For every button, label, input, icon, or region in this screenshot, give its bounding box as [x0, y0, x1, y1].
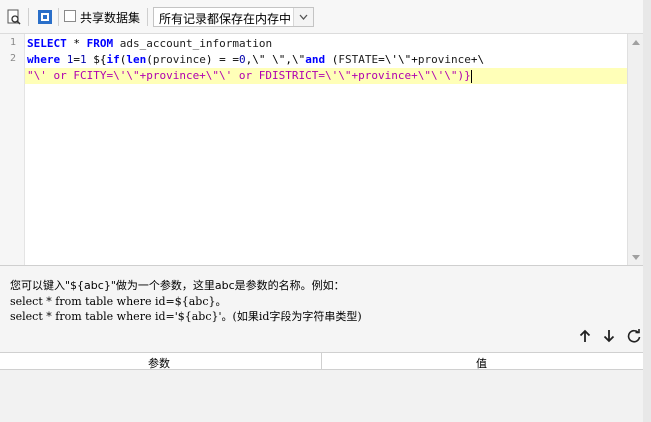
hint-line-3: select * from table where id='${abc}'。(如…	[10, 310, 362, 323]
code-line-2-wrapped[interactable]: "\' or FCITY=\'\"+province+\"\' or FDIST…	[27, 68, 472, 84]
parameters-table-body[interactable]	[0, 370, 643, 422]
arrow-down-icon[interactable]	[601, 328, 617, 344]
toolbar-separator	[28, 8, 29, 26]
hint-line-2: select * from table where id=${abc}。	[10, 295, 227, 308]
dropdown-button[interactable]	[293, 8, 313, 26]
table-tree-icon[interactable]	[37, 9, 53, 25]
editor-vertical-scrollbar[interactable]	[627, 34, 644, 265]
line-number: 2	[9, 53, 16, 64]
toolbar-separator	[58, 8, 59, 26]
share-dataset-checkbox[interactable]	[64, 10, 76, 22]
storage-mode-select[interactable]: 所有记录都保存在内存中	[153, 7, 314, 27]
share-dataset-label: 共享数据集	[80, 11, 141, 25]
code-line-1[interactable]: SELECT * FROM ads_account_information	[27, 36, 272, 52]
scroll-down-icon[interactable]	[632, 255, 640, 260]
column-header-value[interactable]: 值	[476, 355, 487, 371]
line-number-gutter: 1 2	[0, 34, 25, 265]
parameters-table-header: 参数 值	[0, 352, 643, 370]
parameter-hint: 您可以键入"${abc}"做为一个参数，这里abc是参数的名称。例如： sele…	[0, 266, 643, 352]
sql-editor[interactable]: 1 2 SELECT * FROM ads_account_informatio…	[0, 34, 651, 266]
code-line-2[interactable]: where 1=1 ${if(len(province) = =0,\" \",…	[27, 52, 484, 68]
panel-edge	[643, 0, 651, 422]
toolbar: 共享数据集 所有记录都保存在内存中	[0, 0, 651, 34]
column-divider[interactable]	[321, 353, 322, 369]
column-header-param[interactable]: 参数	[148, 355, 170, 371]
arrow-up-icon[interactable]	[577, 328, 593, 344]
chevron-down-icon	[299, 14, 308, 20]
preview-icon[interactable]	[6, 9, 22, 25]
scroll-up-icon[interactable]	[632, 40, 640, 45]
toolbar-separator	[147, 8, 148, 26]
storage-mode-value: 所有记录都保存在内存中	[159, 12, 292, 26]
hint-line-1: 您可以键入"${abc}"做为一个参数，这里abc是参数的名称。例如：	[10, 279, 345, 292]
line-number: 1	[9, 37, 16, 48]
refresh-icon[interactable]	[626, 328, 642, 344]
text-caret	[470, 69, 472, 83]
